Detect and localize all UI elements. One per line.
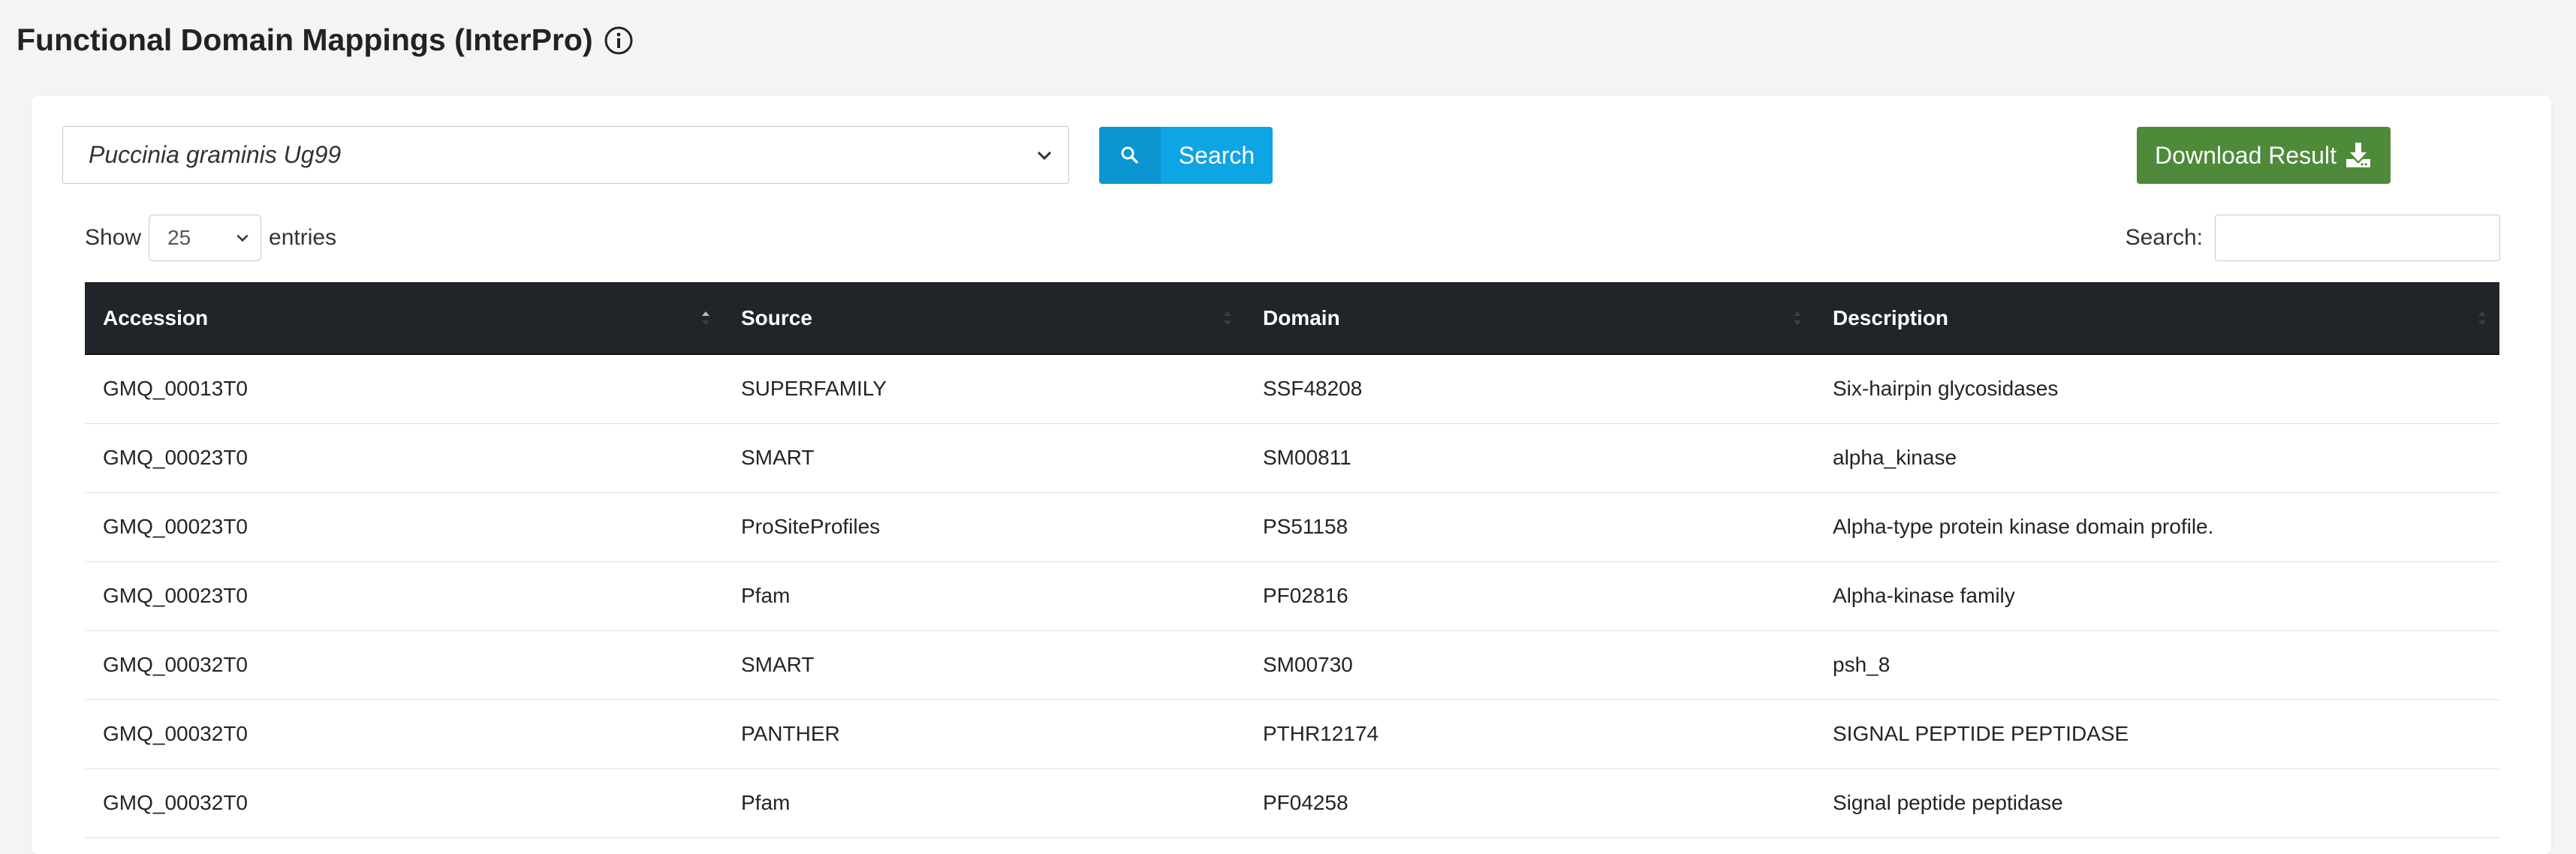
sort-icon (1794, 311, 1801, 325)
species-select[interactable]: Puccinia graminis Ug99 (62, 126, 1069, 184)
table-search-input[interactable] (2215, 215, 2500, 261)
cell-description: alpha_kinase (1833, 446, 1957, 469)
page-title: Functional Domain Mappings (InterPro) (17, 23, 634, 58)
column-header-domain[interactable]: Domain (1245, 282, 1815, 355)
column-header-description[interactable]: Description (1815, 282, 2499, 355)
search-button-label: Search (1178, 141, 1255, 169)
column-header-label: Domain (1263, 305, 1340, 329)
entries-label: entries (269, 225, 337, 250)
cell-accession: GMQ_00013T0 (103, 377, 248, 401)
cell-domain: SM00730 (1263, 653, 1353, 676)
results-table: Accession Source Domain Description GMQ_… (85, 282, 2499, 838)
entries-length-control: Show 25 entries (85, 215, 336, 261)
search-icon-wrap (1099, 127, 1161, 184)
table-row: GMQ_00023T0 ProSiteProfiles PS51158 Alph… (85, 492, 2499, 561)
column-header-label: Source (741, 305, 812, 329)
cell-source: ProSiteProfiles (741, 515, 881, 538)
table-row: GMQ_00023T0 SMART SM00811 alpha_kinase (85, 423, 2499, 492)
table-row: GMQ_00032T0 Pfam PF04258 Signal peptide … (85, 768, 2499, 837)
cell-domain: PS51158 (1263, 515, 1348, 538)
search-icon (1121, 146, 1138, 164)
cell-description: Alpha-type protein kinase domain profile… (1833, 515, 2214, 538)
cell-source: Pfam (741, 791, 791, 814)
cell-domain: SSF48208 (1263, 377, 1363, 401)
cell-source: SUPERFAMILY (741, 377, 887, 401)
cell-domain: PF02816 (1263, 584, 1348, 607)
cell-source: PANTHER (741, 722, 840, 745)
column-header-accession[interactable]: Accession (85, 282, 723, 355)
cell-accession: GMQ_00032T0 (103, 791, 248, 814)
cell-description: Signal peptide peptidase (1833, 791, 2063, 814)
species-select-value: Puccinia graminis Ug99 (89, 141, 342, 168)
entries-per-page-value: 25 (167, 226, 191, 249)
cell-domain: SM00811 (1263, 446, 1351, 469)
cell-description: Six-hairpin glycosidases (1833, 377, 2059, 401)
sort-ascending-icon (702, 311, 710, 325)
table-row: GMQ_00032T0 SMART SM00730 psh_8 (85, 630, 2499, 699)
cell-source: SMART (741, 446, 815, 469)
chevron-down-icon (1037, 151, 1052, 160)
entries-per-page-select[interactable]: 25 (149, 215, 262, 261)
cell-description: SIGNAL PEPTIDE PEPTIDASE (1833, 722, 2129, 745)
sort-icon (1224, 311, 1231, 325)
cell-accession: GMQ_00023T0 (103, 446, 248, 469)
info-circle-icon[interactable] (604, 26, 634, 56)
page-title-text: Functional Domain Mappings (InterPro) (17, 23, 593, 57)
table-search-control: Search: (2126, 215, 2500, 261)
column-header-label: Accession (103, 305, 209, 329)
cell-accession: GMQ_00023T0 (103, 584, 248, 607)
table-row: GMQ_00032T0 PANTHER PTHR12174 SIGNAL PEP… (85, 699, 2499, 768)
column-header-source[interactable]: Source (723, 282, 1245, 355)
download-icon (2346, 143, 2370, 167)
sort-icon (2478, 311, 2486, 325)
cell-source: Pfam (741, 584, 791, 607)
table-row: GMQ_00013T0 SUPERFAMILY SSF48208 Six-hai… (85, 354, 2499, 423)
table-row: GMQ_00023T0 Pfam PF02816 Alpha-kinase fa… (85, 561, 2499, 630)
download-result-button[interactable]: Download Result (2137, 127, 2391, 184)
cell-accession: GMQ_00032T0 (103, 722, 248, 745)
cell-accession: GMQ_00032T0 (103, 653, 248, 676)
cell-domain: PF04258 (1263, 791, 1348, 814)
show-label: Show (85, 225, 142, 250)
table-search-label: Search: (2125, 225, 2203, 250)
cell-description: psh_8 (1833, 653, 1891, 676)
chevron-down-icon (237, 234, 249, 242)
search-button[interactable]: Search (1099, 127, 1273, 184)
column-header-label: Description (1833, 305, 1949, 329)
download-button-label: Download Result (2155, 141, 2336, 169)
cell-source: SMART (741, 653, 815, 676)
table-header-row: Accession Source Domain Description (85, 282, 2499, 355)
cell-description: Alpha-kinase family (1833, 584, 2015, 607)
cell-domain: PTHR12174 (1263, 722, 1379, 745)
cell-accession: GMQ_00023T0 (103, 515, 248, 538)
